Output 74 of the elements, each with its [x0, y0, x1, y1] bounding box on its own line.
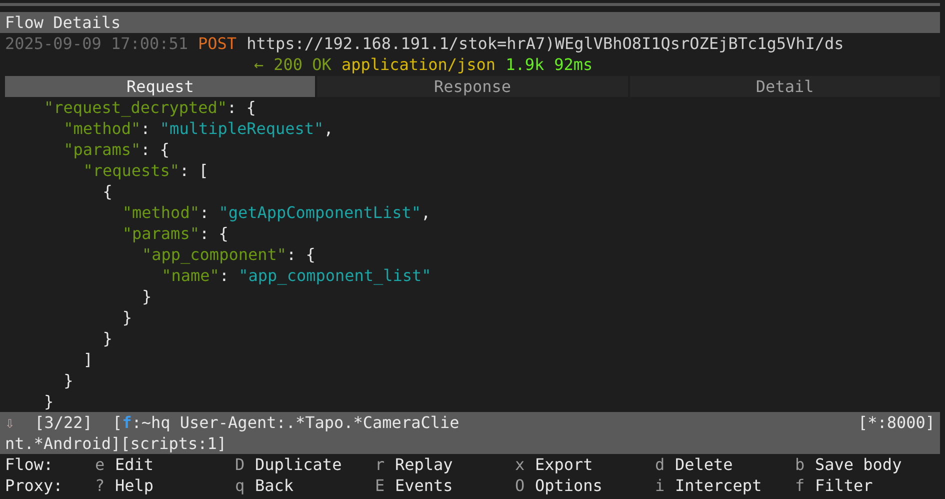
filter-expression: :~hq User-Agent:.*Tapo.*CameraClie [132, 412, 460, 433]
json-key: "request_decrypted" [44, 97, 228, 118]
json-punctuation: } [142, 286, 152, 307]
keybinding-group: Flow: [5, 454, 95, 475]
shortcut-action: Delete [675, 454, 733, 475]
response-time: 92ms [554, 54, 593, 75]
shortcut-key: d [655, 454, 675, 475]
shortcut-action: Filter [815, 475, 873, 496]
json-key: "params" [122, 223, 200, 244]
shortcut-action: Edit [115, 454, 154, 475]
shortcut-key: f [795, 475, 815, 496]
filter-key-label: f [122, 412, 132, 433]
shortcut-action: Options [535, 475, 602, 496]
json-key: "requests" [83, 160, 180, 181]
status-code: 200 OK [274, 54, 332, 75]
json-string: "app_component_list" [238, 265, 432, 286]
json-key: "method" [64, 118, 141, 139]
shortcut-key: x [515, 454, 535, 475]
json-key: "params" [64, 139, 141, 160]
json-punctuation: } [44, 391, 54, 412]
shortcut-key: i [655, 475, 675, 496]
json-punctuation: : [ [180, 160, 208, 181]
json-punctuation: : { [227, 97, 256, 118]
shortcut-action: Duplicate [255, 454, 342, 475]
flow-position: [3/22] [34, 412, 92, 433]
json-punctuation: ] [83, 349, 93, 370]
json-punctuation: : [140, 118, 152, 139]
shortcut-action: Export [535, 454, 593, 475]
status-arrow: ⇩ [5, 412, 15, 433]
keybinding-group: Proxy: [5, 475, 95, 496]
json-punctuation: } [102, 328, 112, 349]
json-string: "multipleRequest" [160, 118, 324, 139]
request-url: https://192.168.191.1/stok=hrA7)WEglVBhO8I1QsrOZEjBTc1g5VhI/ds [246, 33, 844, 54]
json-punctuation: : [219, 265, 230, 286]
tab[interactable]: Detail [630, 76, 940, 97]
shortcut-key: E [375, 475, 395, 496]
json-punctuation: { [102, 181, 112, 202]
filter-expression: nt.*Android] [5, 433, 121, 454]
tab[interactable]: Response [317, 76, 628, 97]
shortcut-action: Events [395, 475, 453, 496]
shortcut-key: ? [95, 475, 115, 496]
json-punctuation: : [199, 202, 210, 223]
http-method: POST [198, 33, 237, 54]
scripts-count: [scripts:1] [120, 433, 227, 454]
json-punctuation: , [324, 118, 334, 139]
shortcut-action: Save body [815, 454, 902, 475]
json-string: "getAppComponentList" [218, 202, 422, 223]
json-punctuation: , [421, 202, 431, 223]
shortcut-action: Help [115, 475, 154, 496]
shortcut-key: D [235, 454, 255, 475]
shortcut-key: q [235, 475, 255, 496]
shortcut-key: r [375, 454, 395, 475]
json-punctuation: : { [140, 139, 170, 160]
shortcut-key: b [795, 454, 815, 475]
json-key: "method" [122, 202, 200, 223]
listen-address: [*:8000] [858, 412, 935, 433]
timestamp: 2025-09-09 17:00:51 [5, 33, 188, 54]
json-key: "name" [162, 265, 220, 286]
json-punctuation: : { [286, 244, 316, 265]
json-punctuation: } [64, 370, 74, 391]
json-punctuation: : { [199, 223, 228, 244]
shortcut-action: Back [255, 475, 294, 496]
shortcut-key: e [95, 454, 115, 475]
json-key: "app_component" [142, 244, 286, 265]
response-size: 1.9k [506, 54, 544, 75]
response-arrow: ← [254, 54, 264, 75]
content-type: application/json [341, 54, 496, 75]
filter-bracket: [ [112, 412, 122, 433]
shortcut-action: Replay [395, 454, 453, 475]
panel-title-bar: Flow Details [0, 12, 940, 33]
json-punctuation: } [122, 307, 132, 328]
tab[interactable]: Request [5, 76, 316, 97]
shortcut-key: O [515, 475, 535, 496]
shortcut-action: Intercept [675, 475, 762, 496]
